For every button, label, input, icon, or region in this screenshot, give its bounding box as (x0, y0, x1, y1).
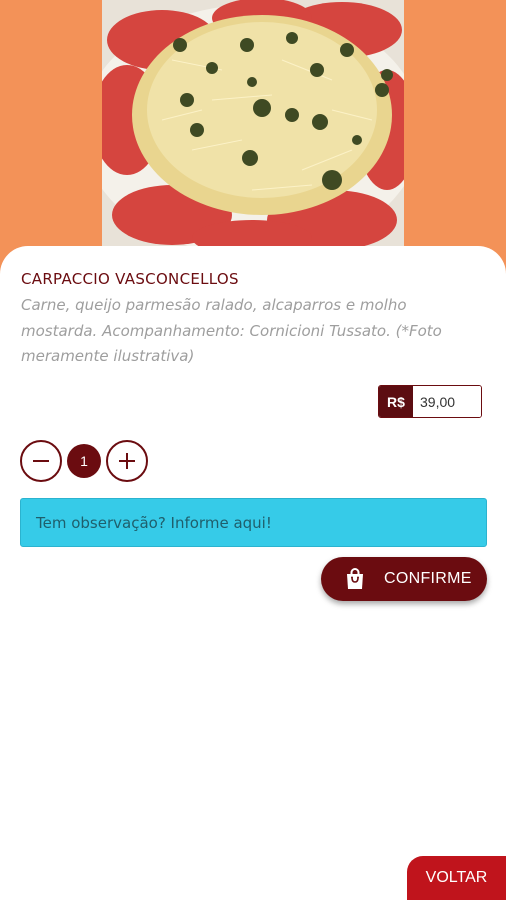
observation-input[interactable]: Tem observação? Informe aqui! (20, 498, 487, 547)
product-title: CARPACCIO VASCONCELLOS (21, 270, 239, 288)
product-image-area (0, 0, 506, 270)
shopping-bag-icon (347, 568, 363, 589)
quantity-value: 1 (67, 444, 101, 478)
product-description: Carne, queijo parmesão ralado, alcaparro… (21, 296, 442, 365)
carpaccio-image (102, 0, 404, 252)
increment-button[interactable] (106, 440, 148, 482)
product-photo (102, 0, 404, 252)
plus-icon (119, 453, 135, 469)
confirm-label: CONFIRME (384, 570, 472, 587)
currency-label: R$ (379, 386, 413, 417)
price-tag: R$ 39,00 (378, 385, 482, 418)
back-button[interactable]: VOLTAR (407, 856, 506, 900)
quantity-stepper: 1 (20, 440, 148, 482)
price-value: 39,00 (413, 386, 481, 417)
confirm-button[interactable]: CONFIRME (321, 557, 487, 601)
decrement-button[interactable] (20, 440, 62, 482)
minus-icon (33, 460, 49, 462)
